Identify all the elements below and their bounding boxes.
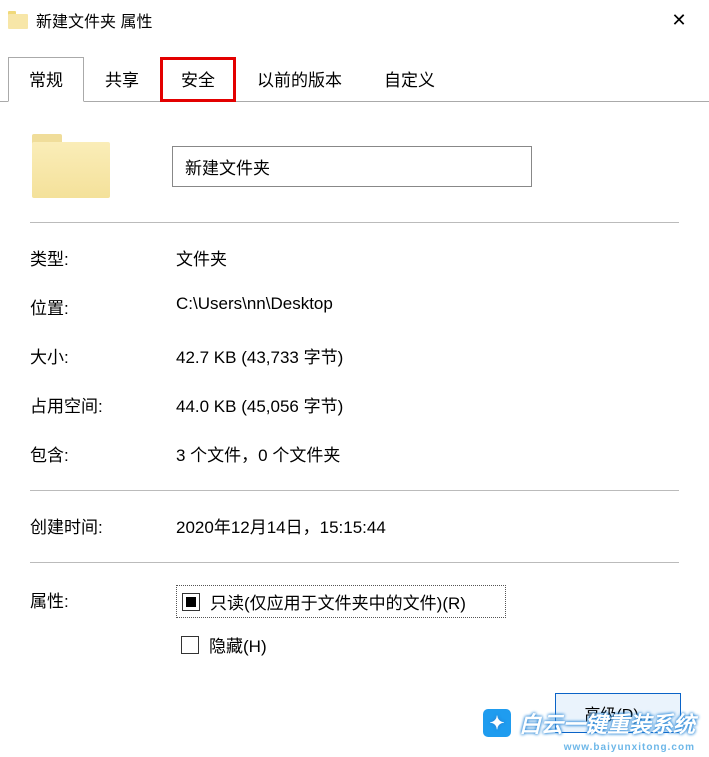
readonly-label: 只读(仅应用于文件夹中的文件)(R) [210, 589, 466, 614]
separator [30, 562, 679, 563]
hidden-label: 隐藏(H) [209, 632, 267, 657]
location-label: 位置: [30, 294, 176, 319]
contains-label: 包含: [30, 441, 176, 466]
name-row: 新建文件夹 [30, 120, 679, 218]
attributes-label: 属性: [30, 585, 176, 657]
ondisk-value: 44.0 KB (45,056 字节) [176, 392, 679, 417]
contains-value: 3 个文件，0 个文件夹 [176, 441, 679, 466]
ondisk-label: 占用空间: [30, 392, 176, 417]
window-title: 新建文件夹 属性 [36, 8, 152, 32]
location-value: C:\Users\nn\Desktop [176, 294, 679, 319]
folder-icon [8, 11, 28, 29]
separator [30, 490, 679, 491]
separator [30, 222, 679, 223]
size-value: 42.7 KB (43,733 字节) [176, 343, 679, 368]
tab-sharing[interactable]: 共享 [84, 57, 160, 102]
checkbox-empty-icon [181, 636, 199, 654]
row-location: 位置: C:\Users\nn\Desktop [30, 294, 679, 319]
hidden-checkbox-row[interactable]: 隐藏(H) [181, 632, 679, 657]
tab-content: 新建文件夹 类型: 文件夹 位置: C:\Users\nn\Desktop 大小… [0, 102, 709, 667]
created-value: 2020年12月14日，15:15:44 [176, 513, 679, 538]
row-type: 类型: 文件夹 [30, 245, 679, 270]
type-value: 文件夹 [176, 245, 679, 270]
row-attributes: 属性: 只读(仅应用于文件夹中的文件)(R) 隐藏(H) [30, 585, 679, 657]
created-label: 创建时间: [30, 513, 176, 538]
watermark-sub: www.baiyunxitong.com [564, 742, 695, 753]
row-created: 创建时间: 2020年12月14日，15:15:44 [30, 513, 679, 538]
tab-previous-versions[interactable]: 以前的版本 [236, 57, 363, 102]
checkbox-tristate-icon [182, 593, 200, 611]
close-button[interactable]: ✕ [657, 5, 701, 35]
tab-customize[interactable]: 自定义 [363, 57, 456, 102]
folder-large-icon [32, 134, 110, 198]
advanced-button[interactable]: 高级(D)... [555, 693, 681, 733]
tab-security[interactable]: 安全 [160, 57, 236, 102]
title-bar: 新建文件夹 属性 ✕ [0, 0, 709, 38]
type-label: 类型: [30, 245, 176, 270]
close-icon: ✕ [671, 10, 686, 31]
tab-general[interactable]: 常规 [8, 57, 84, 102]
row-size-on-disk: 占用空间: 44.0 KB (45,056 字节) [30, 392, 679, 417]
row-contains: 包含: 3 个文件，0 个文件夹 [30, 441, 679, 466]
readonly-checkbox-row[interactable]: 只读(仅应用于文件夹中的文件)(R) [176, 585, 506, 618]
tab-bar: 常规 共享 安全 以前的版本 自定义 [0, 56, 709, 102]
size-label: 大小: [30, 343, 176, 368]
watermark-icon: ✦ [483, 709, 511, 737]
row-size: 大小: 42.7 KB (43,733 字节) [30, 343, 679, 368]
folder-name-input[interactable]: 新建文件夹 [172, 146, 532, 187]
